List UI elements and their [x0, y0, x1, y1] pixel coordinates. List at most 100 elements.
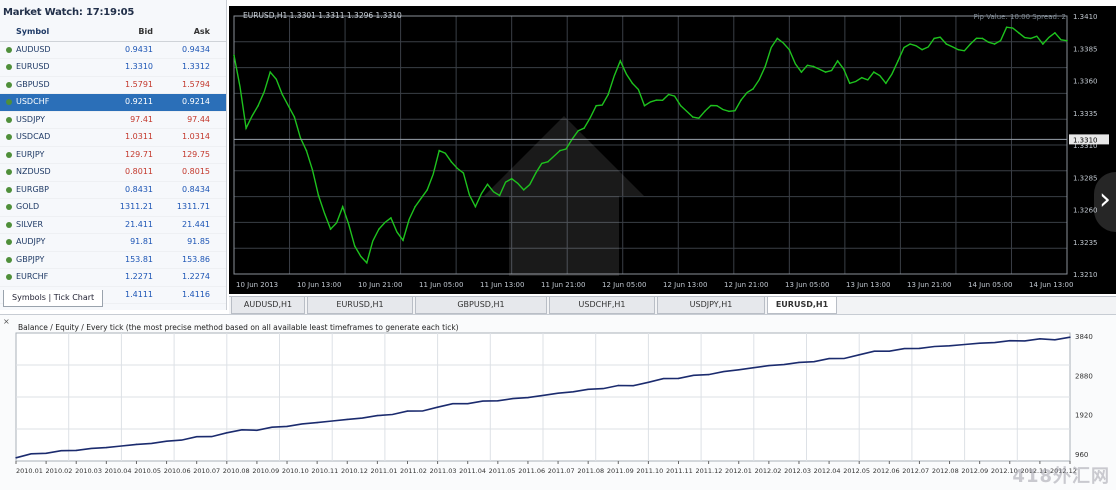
time-axis-label: 11 Jun 21:00	[541, 281, 585, 289]
market-watch-row[interactable]: GBPUSD 1.5791 1.5794	[0, 77, 226, 94]
balance-point	[45, 452, 47, 455]
price-point	[414, 205, 416, 208]
market-watch-row[interactable]: AUDJPY 91.81 91.85	[0, 234, 226, 252]
balance-point	[15, 457, 17, 459]
market-watch-row[interactable]: EURCHF 1.2271 1.2274	[0, 269, 226, 287]
ask-price: 0.8434	[182, 184, 210, 194]
chevron-right-icon[interactable]: ›	[1094, 172, 1116, 232]
price-axis-label: 1.3360	[1073, 78, 1098, 86]
market-watch-row[interactable]: GBPJPY 153.81 153.86	[0, 252, 226, 269]
price-point	[329, 228, 332, 230]
price-point	[921, 48, 923, 51]
chart-tab[interactable]: USDJPY,H1	[657, 297, 765, 314]
time-axis-label: 11 Jun 13:00	[480, 281, 524, 289]
price-point	[679, 104, 682, 107]
market-watch-row[interactable]: USDCAD 1.0311 1.0314	[0, 129, 226, 147]
symbol-status-icon	[6, 221, 12, 228]
symbol-name: USDCAD	[16, 132, 51, 141]
balance-point	[798, 361, 800, 364]
price-point	[474, 205, 477, 208]
balance-time-label: 2010.11	[311, 467, 338, 475]
price-point	[800, 71, 803, 73]
market-watch-row[interactable]: SILVER 21.411 21.441	[0, 217, 226, 234]
balance-time-label: 2010.05	[134, 467, 161, 475]
balance-time-label: 2012.04	[814, 467, 841, 475]
bid-price: 1.5791	[125, 79, 153, 89]
market-watch-row[interactable]: EURUSD 1.3310 1.3312	[0, 59, 226, 77]
price-point	[1042, 43, 1044, 45]
balance-time-label: 2012.06	[873, 467, 900, 475]
chart-tab[interactable]: AUDUSD,H1	[231, 297, 305, 314]
market-watch-row[interactable]: USDCHF 0.9211 0.9214	[0, 94, 226, 112]
balance-point	[467, 403, 469, 405]
price-point	[969, 43, 972, 45]
bid-price: 1.3310	[125, 62, 153, 71]
chart-tab[interactable]: EURUSD,H1	[307, 297, 413, 314]
balance-point	[617, 384, 619, 387]
price-point	[981, 37, 984, 40]
market-watch-row[interactable]: NZDUSD 0.8011 0.8015	[0, 164, 226, 182]
balance-point	[75, 449, 77, 452]
symbol-name: NZDUSD	[16, 167, 51, 176]
price-point	[885, 82, 887, 85]
market-watch-row[interactable]: EURJPY 129.71 129.75	[0, 147, 226, 164]
balance-point	[587, 388, 589, 391]
price-point	[426, 189, 428, 191]
price-point	[607, 93, 610, 96]
time-axis-label: 13 Jun 13:00	[846, 281, 890, 289]
market-watch-tabs[interactable]: Symbols | Tick Chart	[3, 290, 104, 307]
symbol-name: AUDJPY	[16, 237, 46, 246]
balance-time-label: 2010.03	[75, 467, 102, 475]
balance-time-label: 2012.03	[784, 467, 811, 475]
chart-tab[interactable]: USDCHF,H1	[549, 297, 655, 314]
bid-price: 21.411	[125, 219, 153, 229]
ask-price: 129.75	[182, 149, 210, 159]
price-point	[583, 127, 585, 129]
symbol-name: SILVER	[16, 219, 44, 229]
balance-time-label: 2010.07	[193, 467, 220, 475]
price-point	[390, 217, 392, 219]
bid-column-header[interactable]: Bid	[108, 24, 153, 41]
balance-axis-label: 960	[1075, 451, 1088, 459]
price-axis-label: 1.3410	[1073, 13, 1098, 21]
ask-price: 1311.71	[176, 202, 210, 211]
bid-price: 0.8431	[125, 184, 153, 194]
price-chart-window[interactable]: 1.3410 1.3385 1.3360 1.3335 1.3310 1.3285 1.32…	[229, 6, 1116, 294]
balance-time-label: 2010.06	[164, 467, 191, 475]
balance-point	[376, 414, 379, 417]
symbol-column-header[interactable]: Symbol	[16, 24, 49, 41]
ask-price: 91.85	[187, 237, 210, 246]
time-axis-label: 10 Jun 13:00	[297, 281, 341, 289]
ask-column-header[interactable]: Ask	[160, 24, 210, 41]
chart-window-tabs: AUDUSD,H1 EURUSD,H1 GBPUSD,H1 USDCHF,H1 USDJ…	[229, 296, 1116, 314]
balance-axis-label: 2880	[1075, 372, 1093, 380]
balance-point	[888, 350, 891, 352]
price-point	[1005, 26, 1008, 29]
price-point	[788, 48, 791, 51]
price-point	[993, 43, 996, 45]
market-watch-row[interactable]: AUDUSD 0.9431 0.9434	[0, 42, 226, 59]
price-point	[716, 104, 718, 107]
price-grid	[233, 15, 1068, 275]
price-point	[945, 43, 948, 45]
ask-price: 1.4116	[182, 289, 210, 299]
chart-tab[interactable]: GBPUSD,H1	[415, 297, 547, 314]
balance-time-label: 2011.11	[666, 467, 693, 475]
balance-point	[105, 446, 108, 449]
market-watch-row[interactable]: GOLD 1311.21 1311.71	[0, 199, 226, 217]
market-watch-panel: Market Watch: 17:19:05 Symbol Bid Ask AU…	[0, 0, 227, 310]
market-watch-header-row: Symbol Bid Ask	[0, 24, 226, 42]
balance-point	[436, 406, 439, 408]
balance-point	[738, 369, 740, 371]
bid-price: 153.81	[125, 254, 153, 264]
market-watch-row[interactable]: EURGBP 0.8431 0.8434	[0, 182, 226, 199]
market-watch-row[interactable]: USDJPY 97.41 97.44	[0, 112, 226, 129]
symbol-status-icon	[6, 204, 12, 210]
balance-point	[256, 429, 258, 431]
ask-price: 153.86	[182, 254, 210, 264]
balance-point	[195, 435, 198, 438]
balance-axis-label: 1920	[1075, 412, 1093, 420]
price-point	[245, 127, 247, 129]
price-point	[438, 149, 441, 152]
chart-tab[interactable]: EURUSD,H1	[767, 297, 837, 314]
